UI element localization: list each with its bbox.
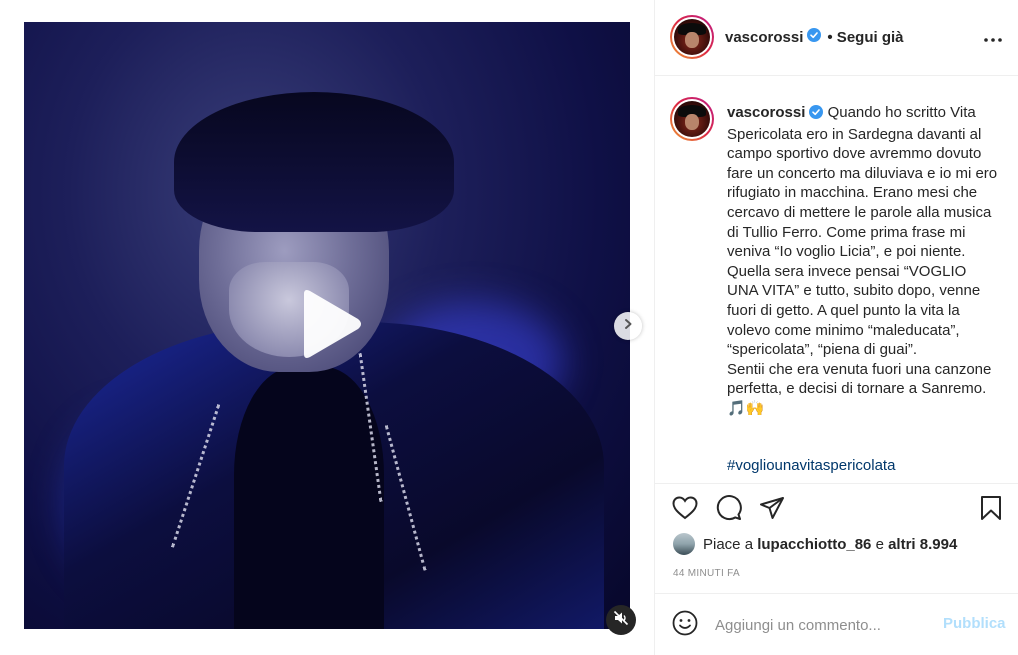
post-timestamp[interactable]: 44 MINUTI FA xyxy=(673,568,740,579)
likes-summary: Piace a lupacchiotto_86 e altri 8.994 xyxy=(673,533,957,555)
comment-button[interactable] xyxy=(715,494,743,526)
avatar[interactable] xyxy=(670,15,714,59)
caption-area: vascorossi Quando ho scritto Vita Speric… xyxy=(655,77,1018,483)
comment-form: Pubblica xyxy=(655,593,1018,655)
caption-text: Quando ho scritto Vita Spericolata ero i… xyxy=(727,104,998,417)
post-side-panel: vascorossi • Segui già vascorossi Quando… xyxy=(654,0,1018,655)
liker-avatar[interactable] xyxy=(673,533,695,555)
save-button[interactable] xyxy=(977,495,1005,526)
emoji-button[interactable] xyxy=(671,610,699,641)
like-button[interactable] xyxy=(671,495,699,525)
comment-input[interactable] xyxy=(715,614,935,636)
post-header: vascorossi • Segui già xyxy=(655,0,1018,76)
likes-count-link[interactable]: altri 8.994 xyxy=(888,536,957,553)
caption-username[interactable]: vascorossi xyxy=(727,104,805,121)
publish-comment-button[interactable]: Pubblica xyxy=(943,615,1006,632)
hashtag-link[interactable]: #vogliounavitaspericolata xyxy=(727,457,895,474)
liker-username-link[interactable]: lupacchiotto_86 xyxy=(757,536,871,553)
paper-plane-icon xyxy=(759,496,785,525)
username-link[interactable]: vascorossi xyxy=(725,29,803,46)
muted-speaker-icon xyxy=(613,610,629,631)
avatar-image xyxy=(674,101,710,137)
media-area xyxy=(0,0,654,655)
verified-badge-icon xyxy=(807,28,822,47)
more-options-button[interactable] xyxy=(981,28,1005,48)
smiley-icon xyxy=(672,610,698,641)
heart-icon xyxy=(672,495,698,525)
chevron-right-icon xyxy=(622,317,634,335)
comment-bubble-icon xyxy=(716,494,742,526)
caption-avatar[interactable] xyxy=(670,97,714,141)
verified-badge-icon xyxy=(809,105,824,125)
mute-button[interactable] xyxy=(606,605,636,635)
post-actions: Piace a lupacchiotto_86 e altri 8.994 44… xyxy=(655,483,1018,593)
share-button[interactable] xyxy=(758,496,786,524)
caption: vascorossi Quando ho scritto Vita Speric… xyxy=(727,103,999,419)
follow-status[interactable]: • Segui già xyxy=(827,29,903,46)
play-icon[interactable] xyxy=(296,288,364,360)
avatar-image xyxy=(674,19,710,55)
bookmark-icon xyxy=(980,495,1002,526)
next-media-button[interactable] xyxy=(614,312,642,340)
more-options-icon xyxy=(984,29,1002,47)
